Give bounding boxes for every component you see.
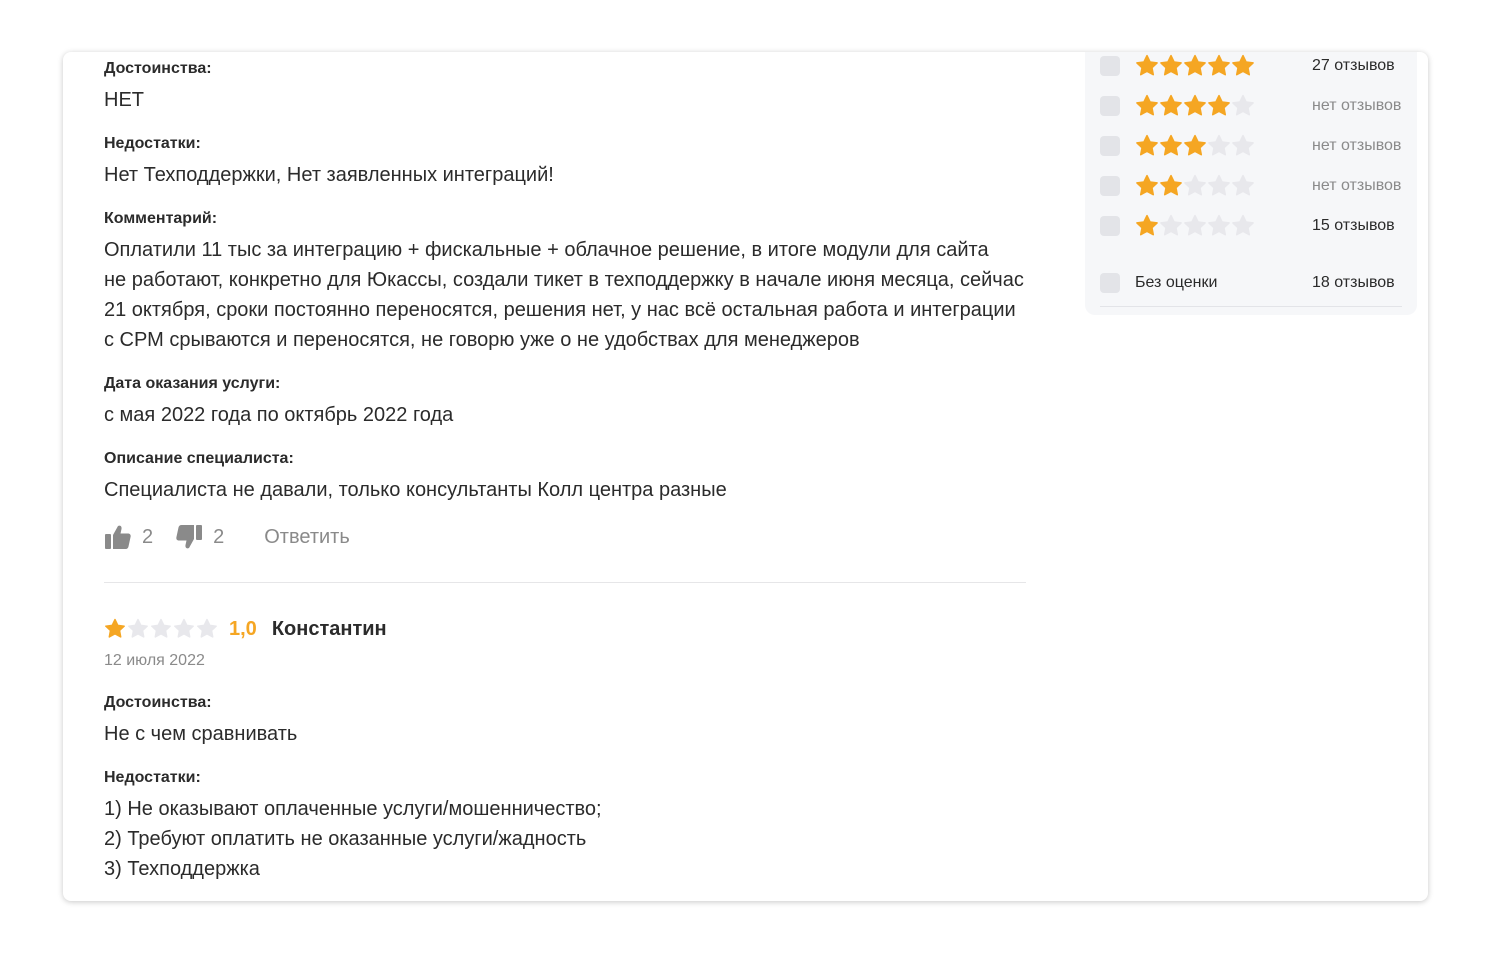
review-author: Константин bbox=[271, 617, 387, 640]
cons-line: 3) Техподдержка bbox=[104, 858, 260, 880]
review-date: 12 июля 2022 bbox=[104, 652, 205, 669]
no-rating-label: Без оценки bbox=[1135, 274, 1218, 291]
rating-filter-count: 27 отзывов bbox=[1312, 57, 1395, 74]
cons-line: 2) Требуют оплатить не оказанные услуги/… bbox=[104, 828, 587, 850]
pros-text: Не с чем сравнивать bbox=[104, 723, 298, 745]
pros-text: НЕТ bbox=[104, 89, 144, 111]
rating-filter-checkbox[interactable] bbox=[1100, 56, 1120, 76]
rating-filter-row-1[interactable]: 15 отзывов bbox=[1100, 214, 1402, 238]
rating-filter-checkbox[interactable] bbox=[1100, 96, 1120, 116]
star-empty-icon bbox=[1184, 174, 1206, 196]
star-filled-icon bbox=[1136, 134, 1158, 156]
star-empty-icon bbox=[1208, 134, 1230, 156]
star-empty-icon bbox=[1184, 214, 1206, 236]
rating-filter-count: 15 отзывов bbox=[1312, 217, 1395, 234]
dislike-button[interactable]: 2 bbox=[175, 524, 224, 550]
like-button[interactable]: 2 bbox=[104, 524, 153, 550]
rating-stars bbox=[1135, 174, 1255, 198]
service-date-label: Дата оказания услуги: bbox=[104, 375, 281, 392]
star-empty-icon bbox=[1208, 214, 1230, 236]
star-empty-icon bbox=[1208, 174, 1230, 196]
rating-stars bbox=[1135, 214, 1255, 238]
comment-line: не работают, конкретно для Юкассы, созда… bbox=[104, 269, 1024, 291]
dislike-count: 2 bbox=[213, 525, 225, 548]
review-rating-stars bbox=[104, 618, 219, 640]
star-filled-icon bbox=[1136, 54, 1158, 76]
star-filled-icon bbox=[1232, 54, 1254, 76]
filter-divider bbox=[1100, 306, 1402, 307]
comment-line: Оплатили 11 тыс за интеграцию + фискальн… bbox=[104, 239, 989, 261]
comment-label: Комментарий: bbox=[104, 210, 218, 227]
review-score: 1,0 bbox=[229, 617, 257, 640]
star-filled-icon bbox=[1136, 94, 1158, 116]
pros-label: Достоинства: bbox=[104, 694, 212, 711]
review-header: 1,0 Константин bbox=[104, 617, 387, 641]
comment-line: 21 октября, сроки постоянно переносятся,… bbox=[104, 299, 1016, 321]
rating-filter-panel: 27 отзывов нет отзывов нет отзывов нет о… bbox=[1085, 52, 1417, 315]
star-empty-icon bbox=[1232, 134, 1254, 156]
star-filled-icon bbox=[1136, 214, 1158, 236]
star-empty-icon bbox=[197, 618, 217, 638]
rating-filter-count: нет отзывов bbox=[1312, 97, 1402, 114]
review-actions: 2 2 Ответить bbox=[104, 522, 350, 552]
star-filled-icon bbox=[1208, 54, 1230, 76]
cons-line: 1) Не оказывают оплаченные услуги/мошенн… bbox=[104, 798, 602, 820]
review-divider bbox=[104, 582, 1026, 583]
rating-stars bbox=[1135, 94, 1255, 118]
rating-stars bbox=[1135, 134, 1255, 158]
specialist-label: Описание специалиста: bbox=[104, 450, 294, 467]
star-filled-icon bbox=[1160, 94, 1182, 116]
rating-filter-row-4[interactable]: нет отзывов bbox=[1100, 94, 1402, 118]
rating-filter-row-2[interactable]: нет отзывов bbox=[1100, 174, 1402, 198]
rating-filter-count: 18 отзывов bbox=[1312, 274, 1395, 291]
cons-label: Недостатки: bbox=[104, 769, 201, 786]
pros-label: Достоинства: bbox=[104, 60, 212, 77]
star-filled-icon bbox=[1184, 134, 1206, 156]
star-filled-icon bbox=[105, 618, 125, 638]
cons-text: Нет Техподдержки, Нет заявленных интегра… bbox=[104, 164, 554, 186]
star-empty-icon bbox=[174, 618, 194, 638]
thumbs-up-icon bbox=[105, 525, 131, 549]
service-date-text: с мая 2022 года по октябрь 2022 года bbox=[104, 404, 454, 426]
reviews-card: Достоинства: НЕТ Недостатки: Нет Техподд… bbox=[63, 52, 1428, 901]
star-filled-icon bbox=[1136, 174, 1158, 196]
star-filled-icon bbox=[1184, 54, 1206, 76]
rating-filter-checkbox[interactable] bbox=[1100, 216, 1120, 236]
star-empty-icon bbox=[128, 618, 148, 638]
star-filled-icon bbox=[1208, 94, 1230, 116]
rating-filter-count: нет отзывов bbox=[1312, 177, 1402, 194]
star-empty-icon bbox=[1232, 174, 1254, 196]
specialist-text: Специалиста не давали, только консультан… bbox=[104, 479, 727, 501]
comment-text: Оплатили 11 тыс за интеграцию + фискальн… bbox=[104, 235, 1024, 355]
star-empty-icon bbox=[1232, 214, 1254, 236]
rating-stars bbox=[1135, 54, 1255, 78]
star-empty-icon bbox=[1160, 214, 1182, 236]
cons-label: Недостатки: bbox=[104, 135, 201, 152]
thumbs-down-icon bbox=[176, 525, 203, 549]
rating-filter-checkbox[interactable] bbox=[1100, 176, 1120, 196]
star-filled-icon bbox=[1160, 174, 1182, 196]
star-filled-icon bbox=[1184, 94, 1206, 116]
like-count: 2 bbox=[142, 525, 154, 548]
star-empty-icon bbox=[151, 618, 171, 638]
cons-text: 1) Не оказывают оплаченные услуги/мошенн… bbox=[104, 794, 602, 884]
star-filled-icon bbox=[1160, 54, 1182, 76]
rating-filter-row-none[interactable]: Без оценки 18 отзывов bbox=[1100, 271, 1402, 295]
star-empty-icon bbox=[1232, 94, 1254, 116]
star-filled-icon bbox=[1160, 134, 1182, 156]
comment-line: с СРМ срываются и переносятся, не говорю… bbox=[104, 329, 860, 351]
rating-filter-row-3[interactable]: нет отзывов bbox=[1100, 134, 1402, 158]
rating-filter-checkbox[interactable] bbox=[1100, 273, 1120, 293]
rating-filter-checkbox[interactable] bbox=[1100, 136, 1120, 156]
reply-link[interactable]: Ответить bbox=[264, 526, 350, 549]
rating-filter-count: нет отзывов bbox=[1312, 137, 1402, 154]
rating-filter-row-5[interactable]: 27 отзывов bbox=[1100, 54, 1402, 78]
